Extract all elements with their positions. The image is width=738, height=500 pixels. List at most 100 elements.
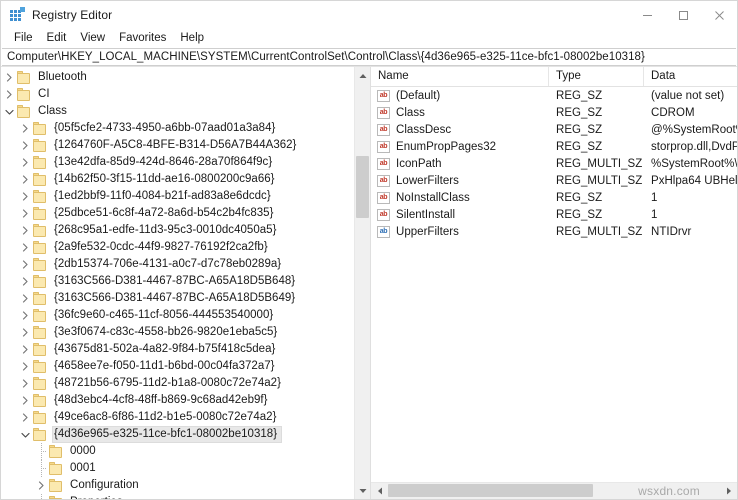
maximize-button[interactable] [665, 1, 701, 29]
chevron-right-icon[interactable] [17, 393, 33, 409]
menu-file[interactable]: File [7, 30, 40, 47]
menu-help[interactable]: Help [173, 30, 211, 47]
tree-item[interactable]: Class [1, 103, 354, 120]
tree-item[interactable]: Configuration [1, 477, 354, 494]
tree-scroll-down-arrow[interactable] [355, 482, 371, 499]
chevron-down-icon[interactable] [17, 427, 33, 443]
tree-item[interactable]: {268c95a1-edfe-11d3-95c3-0010dc4050a5} [1, 222, 354, 239]
value-name: EnumPropPages32 [396, 139, 496, 155]
tree-item[interactable]: {48d3ebc4-4cf8-48ff-b869-9c68ad42eb9f} [1, 392, 354, 409]
value-row[interactable]: abEnumPropPages32REG_SZstorprop.dll,DvdP… [371, 138, 737, 155]
tree-item[interactable]: {2db15374-706e-4131-a0c7-d7c78eb0289a} [1, 256, 354, 273]
value-type: REG_MULTI_SZ [549, 173, 644, 189]
tree-item[interactable]: Bluetooth [1, 69, 354, 86]
values-scroll-track[interactable]: wsxdn.com [388, 483, 720, 499]
value-row[interactable]: abSilentInstallREG_SZ1 [371, 206, 737, 223]
value-row[interactable]: abUpperFiltersREG_MULTI_SZNTIDrvr [371, 223, 737, 240]
tree-item[interactable]: {48721b56-6795-11d2-b1a8-0080c72e74a2} [1, 375, 354, 392]
tree-item[interactable]: {4d36e965-e325-11ce-bfc1-08002be10318} [1, 426, 354, 443]
chevron-right-icon[interactable] [17, 138, 33, 154]
tree-item[interactable]: {05f5cfe2-4733-4950-a6bb-07aad01a3a84} [1, 120, 354, 137]
value-row[interactable]: ab(Default)REG_SZ(value not set) [371, 87, 737, 104]
tree-item[interactable]: {43675d81-502a-4a82-9f84-b75f418c5dea} [1, 341, 354, 358]
values-scroll-thumb[interactable] [388, 484, 593, 497]
chevron-right-icon[interactable] [17, 189, 33, 205]
registry-path: Computer\HKEY_LOCAL_MACHINE\SYSTEM\Curre… [7, 51, 645, 63]
chevron-right-icon[interactable] [17, 359, 33, 375]
tree-item[interactable]: {2a9fe532-0cdc-44f9-9827-76192f2ca2fb} [1, 239, 354, 256]
tree-item[interactable]: {3163C566-D381-4467-87BC-A65A18D5B649} [1, 290, 354, 307]
chevron-right-icon[interactable] [17, 274, 33, 290]
value-data: (value not set) [644, 88, 737, 104]
tree-indent-guide [1, 477, 17, 494]
column-header-name[interactable]: Name [371, 67, 549, 86]
value-row[interactable]: abLowerFiltersREG_MULTI_SZPxHlpa64 UBHel… [371, 172, 737, 189]
tree-item[interactable]: Properties [1, 494, 354, 499]
tree-item[interactable]: 0001 [1, 460, 354, 477]
chevron-right-icon[interactable] [17, 257, 33, 273]
tree-item-label: {4658ee7e-f050-11d1-b6bd-00c04fa372a7} [53, 359, 279, 374]
tree-item[interactable]: {1264760F-A5C8-4BFE-B314-D56A7B44A362} [1, 137, 354, 154]
tree-item[interactable]: CI [1, 86, 354, 103]
value-row[interactable]: abNoInstallClassREG_SZ1 [371, 189, 737, 206]
column-header-data[interactable]: Data [644, 67, 737, 86]
minimize-button[interactable] [629, 1, 665, 29]
tree-item[interactable]: {36fc9e60-c465-11cf-8056-444553540000} [1, 307, 354, 324]
menu-view[interactable]: View [73, 30, 112, 47]
tree-item[interactable]: 0000 [1, 443, 354, 460]
tree-scroll-thumb[interactable] [356, 156, 369, 218]
tree-indent-guide [1, 392, 17, 409]
chevron-right-icon[interactable] [17, 172, 33, 188]
value-name: LowerFilters [396, 173, 459, 189]
tree-item[interactable]: {13e42dfa-85d9-424d-8646-28a70f864f9c} [1, 154, 354, 171]
column-header-type[interactable]: Type [549, 67, 644, 86]
chevron-right-icon[interactable] [17, 325, 33, 341]
menu-favorites[interactable]: Favorites [112, 30, 173, 47]
chevron-right-icon[interactable] [17, 155, 33, 171]
chevron-right-icon[interactable] [17, 376, 33, 392]
value-row[interactable]: abClassREG_SZCDROM [371, 104, 737, 121]
tree-item[interactable]: {3163C566-D381-4467-87BC-A65A18D5B648} [1, 273, 354, 290]
value-type: REG_MULTI_SZ [549, 156, 644, 172]
tree-item[interactable]: {1ed2bbf9-11f0-4084-b21f-ad83a8e6dcdc} [1, 188, 354, 205]
chevron-right-icon[interactable] [17, 291, 33, 307]
tree-item[interactable]: {25dbce51-6c8f-4a72-8a6d-b54c2b4fc835} [1, 205, 354, 222]
chevron-right-icon[interactable] [17, 308, 33, 324]
chevron-right-icon[interactable] [33, 478, 49, 494]
chevron-down-icon[interactable] [1, 104, 17, 120]
chevron-right-icon[interactable] [17, 342, 33, 358]
values-horizontal-scrollbar[interactable]: wsxdn.com [371, 482, 737, 499]
tree-scroll-track[interactable] [355, 84, 371, 482]
values-list[interactable]: ab(Default)REG_SZ(value not set)abClassR… [371, 87, 737, 482]
tree-scroll-up-arrow[interactable] [355, 67, 371, 84]
chevron-right-icon[interactable] [17, 410, 33, 426]
chevron-right-icon[interactable] [17, 240, 33, 256]
value-row[interactable]: abClassDescREG_SZ@%SystemRoot%\Sy [371, 121, 737, 138]
tree-item-label: {3163C566-D381-4467-87BC-A65A18D5B649} [53, 291, 299, 306]
folder-icon [49, 479, 64, 492]
close-button[interactable] [701, 1, 737, 29]
tree-item[interactable]: {49ce6ac8-6f86-11d2-b1e5-0080c72e74a2} [1, 409, 354, 426]
tree-vertical-scrollbar[interactable] [354, 67, 370, 499]
folder-icon [33, 428, 48, 441]
tree-indent-guide [1, 137, 17, 154]
values-scroll-left-arrow[interactable] [371, 483, 388, 499]
tree-item-label: Configuration [69, 478, 143, 493]
key-tree[interactable]: BluetoothCIClass{05f5cfe2-4733-4950-a6bb… [1, 67, 354, 499]
chevron-right-icon[interactable] [1, 70, 17, 86]
value-row[interactable]: abIconPathREG_MULTI_SZ%SystemRoot%\Syst [371, 155, 737, 172]
string-value-icon: ab [377, 192, 390, 204]
chevron-right-icon[interactable] [17, 206, 33, 222]
tree-item[interactable]: {3e3f0674-c83c-4558-bb26-9820e1eba5c5} [1, 324, 354, 341]
string-value-icon: ab [377, 226, 390, 238]
chevron-right-icon[interactable] [17, 121, 33, 137]
values-scroll-right-arrow[interactable] [720, 483, 737, 499]
string-value-icon: ab [377, 209, 390, 221]
tree-item[interactable]: {4658ee7e-f050-11d1-b6bd-00c04fa372a7} [1, 358, 354, 375]
chevron-right-icon[interactable] [17, 223, 33, 239]
chevron-right-icon[interactable] [1, 87, 17, 103]
folder-icon [33, 207, 48, 220]
address-bar[interactable]: Computer\HKEY_LOCAL_MACHINE\SYSTEM\Curre… [2, 48, 736, 66]
tree-item[interactable]: {14b62f50-3f15-11dd-ae16-0800200c9a66} [1, 171, 354, 188]
menu-edit[interactable]: Edit [40, 30, 74, 47]
